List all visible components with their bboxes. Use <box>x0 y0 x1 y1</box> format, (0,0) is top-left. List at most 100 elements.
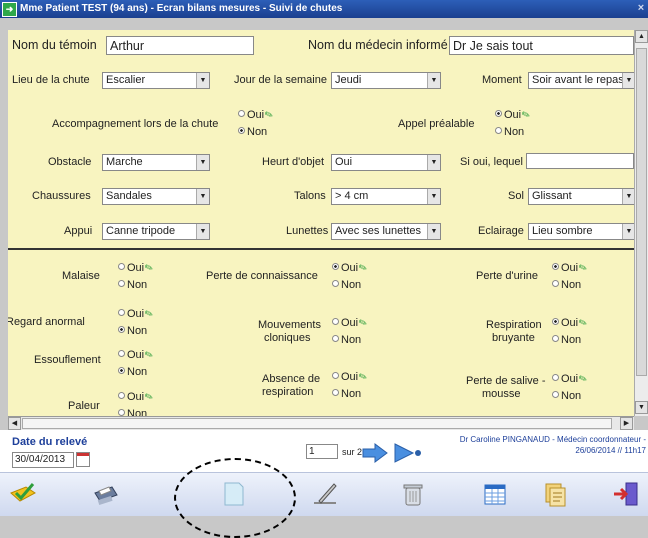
radio-icon[interactable] <box>118 280 125 287</box>
dropdown-arrow-icon[interactable]: ▼ <box>622 189 634 204</box>
lieu-select[interactable]: Escalier ▼ <box>102 72 210 89</box>
perte-urine-oui[interactable]: Oui✎ <box>552 262 589 275</box>
essoufflement-non[interactable]: Non <box>118 366 147 378</box>
dropdown-arrow-icon[interactable]: ▼ <box>427 224 440 239</box>
radio-checked-icon[interactable] <box>118 326 125 333</box>
dropdown-arrow-icon[interactable]: ▼ <box>196 73 209 88</box>
absence-respiration-oui[interactable]: Oui✎ <box>332 371 369 384</box>
lequel-input[interactable] <box>526 153 634 169</box>
malaise-oui[interactable]: Oui✎ <box>118 262 155 275</box>
radio-icon[interactable] <box>332 318 339 325</box>
moment-select[interactable]: Soir avant le repas ▼ <box>528 72 634 89</box>
table-icon[interactable] <box>480 479 510 509</box>
print-icon[interactable] <box>90 479 120 509</box>
perte-salive-non[interactable]: Non <box>552 390 581 402</box>
perte-connaissance-non[interactable]: Non <box>332 279 361 291</box>
radio-icon[interactable] <box>118 392 125 399</box>
radio-icon[interactable] <box>552 280 559 287</box>
mouvements-non[interactable]: Non <box>332 334 361 346</box>
dropdown-arrow-icon[interactable]: ▼ <box>622 73 634 88</box>
close-icon[interactable]: × <box>634 1 648 16</box>
radio-icon[interactable] <box>118 263 125 270</box>
dropdown-arrow-icon[interactable]: ▼ <box>622 224 634 239</box>
heurt-select[interactable]: Oui ▼ <box>331 154 441 171</box>
radio-icon[interactable] <box>332 389 339 396</box>
next-page-icon[interactable] <box>362 442 388 464</box>
regard-non[interactable]: Non <box>118 325 147 337</box>
radio-checked-icon[interactable] <box>495 110 502 117</box>
dropdown-arrow-icon[interactable]: ▼ <box>196 224 209 239</box>
respiration-bruyante-non[interactable]: Non <box>552 334 581 346</box>
lunettes-select[interactable]: Avec ses lunettes ▼ <box>331 223 441 240</box>
exit-icon[interactable] <box>612 479 642 509</box>
medecin-input[interactable]: Dr Je sais tout <box>449 36 634 55</box>
regard-oui[interactable]: Oui✎ <box>118 308 155 321</box>
essoufflement-oui[interactable]: Oui✎ <box>118 349 155 362</box>
radio-checked-icon[interactable] <box>118 367 125 374</box>
appui-select[interactable]: Canne tripode ▼ <box>102 223 210 240</box>
radio-icon[interactable] <box>238 110 245 117</box>
obstacle-select[interactable]: Marche ▼ <box>102 154 210 171</box>
sol-select[interactable]: Glissant ▼ <box>528 188 634 205</box>
jour-select[interactable]: Jeudi ▼ <box>331 72 441 89</box>
malaise-non[interactable]: Non <box>118 279 147 291</box>
edit-pen-icon[interactable] <box>310 479 340 509</box>
appel-non[interactable]: Non <box>495 126 524 138</box>
paleur-non[interactable]: Non <box>118 408 147 416</box>
scroll-thumb[interactable] <box>22 418 612 429</box>
radio-checked-icon[interactable] <box>332 263 339 270</box>
accompagnement-non[interactable]: Non <box>238 126 267 138</box>
temoin-input[interactable]: Arthur <box>106 36 254 55</box>
chaussures-select[interactable]: Sandales ▼ <box>102 188 210 205</box>
perte-urine-non[interactable]: Non <box>552 279 581 291</box>
radio-label: Non <box>561 279 582 291</box>
radio-icon[interactable] <box>118 409 125 416</box>
radio-icon[interactable] <box>332 280 339 287</box>
scroll-thumb[interactable] <box>636 48 647 376</box>
radio-icon[interactable] <box>495 127 502 134</box>
perte-salive-oui[interactable]: Oui✎ <box>552 373 589 386</box>
trash-icon[interactable] <box>398 479 428 509</box>
documents-icon[interactable] <box>540 479 570 509</box>
radio-icon[interactable] <box>552 391 559 398</box>
radio-checked-icon[interactable] <box>552 263 559 270</box>
calendar-icon[interactable] <box>76 452 90 467</box>
lunettes-value: Avec ses lunettes <box>335 225 422 237</box>
sol-value: Glissant <box>532 190 572 202</box>
pen-icon: ✎ <box>357 316 370 331</box>
appel-oui[interactable]: Oui✎ <box>495 109 532 122</box>
date-input[interactable]: 30/04/2013 <box>12 452 74 468</box>
radio-icon[interactable] <box>118 350 125 357</box>
last-page-icon[interactable] <box>394 442 422 464</box>
radio-icon[interactable] <box>552 374 559 381</box>
radio-label: Non <box>127 279 148 291</box>
radio-icon[interactable] <box>332 372 339 379</box>
medecin-label: Nom du médecin informé <box>308 38 448 52</box>
paleur-oui[interactable]: Oui✎ <box>118 391 155 404</box>
radio-icon[interactable] <box>118 309 125 316</box>
scroll-down-icon[interactable]: ▼ <box>635 401 648 414</box>
radio-icon[interactable] <box>552 335 559 342</box>
absence-respiration-non[interactable]: Non <box>332 388 361 400</box>
dropdown-arrow-icon[interactable]: ▼ <box>196 189 209 204</box>
mouvements-oui[interactable]: Oui✎ <box>332 316 370 331</box>
vertical-scrollbar[interactable]: ▲ ▼ <box>634 30 648 416</box>
dropdown-arrow-icon[interactable]: ▼ <box>427 155 440 170</box>
radio-checked-icon[interactable] <box>238 127 245 134</box>
radio-checked-icon[interactable] <box>552 318 559 325</box>
dropdown-arrow-icon[interactable]: ▼ <box>196 155 209 170</box>
respiration-bruyante-oui[interactable]: Oui✎ <box>552 317 589 330</box>
eclairage-select[interactable]: Lieu sombre ▼ <box>528 223 634 240</box>
talons-select[interactable]: > 4 cm ▼ <box>331 188 441 205</box>
radio-icon[interactable] <box>332 335 339 342</box>
horizontal-scrollbar[interactable]: ◀ ▶ <box>8 416 634 430</box>
accompagnement-oui[interactable]: Oui✎ <box>238 109 275 122</box>
scroll-up-icon[interactable]: ▲ <box>635 30 648 43</box>
dropdown-arrow-icon[interactable]: ▼ <box>427 189 440 204</box>
scroll-right-icon[interactable]: ▶ <box>620 417 633 430</box>
validate-icon[interactable] <box>8 479 38 509</box>
scroll-left-icon[interactable]: ◀ <box>8 417 21 430</box>
page-input[interactable]: 1 <box>306 444 338 459</box>
perte-connaissance-oui[interactable]: Oui✎ <box>332 262 369 275</box>
dropdown-arrow-icon[interactable]: ▼ <box>427 73 440 88</box>
